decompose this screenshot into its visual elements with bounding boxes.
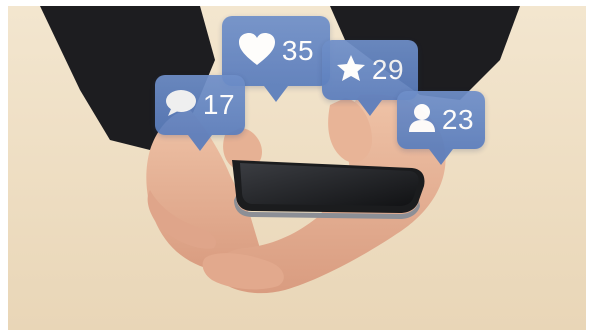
star-icon <box>336 54 366 87</box>
followers-notification-bubble: 23 <box>397 91 485 165</box>
followers-count: 23 <box>441 104 475 135</box>
likes-count: 35 <box>281 35 315 66</box>
comments-count: 17 <box>202 89 236 120</box>
photo-scene: 35 17 29 23 <box>0 0 595 336</box>
comment-icon <box>165 89 197 122</box>
heart-icon <box>238 32 276 71</box>
smartphone <box>232 160 425 219</box>
user-icon <box>408 103 436 138</box>
stars-count: 29 <box>371 54 405 85</box>
comments-notification-bubble: 17 <box>155 75 245 151</box>
